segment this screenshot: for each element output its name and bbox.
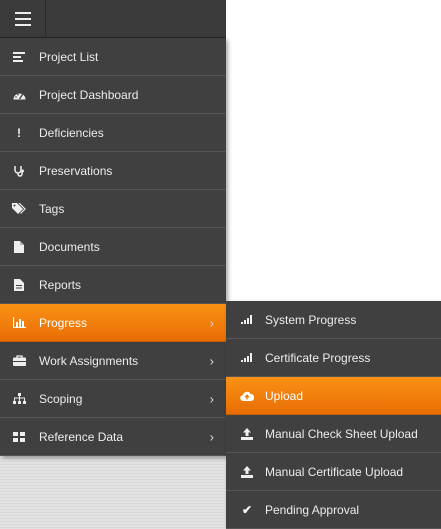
main-menu: Project List Project Dashboard ! Deficie…: [0, 38, 226, 456]
tags-icon: [10, 202, 28, 216]
list-icon: [10, 50, 28, 64]
menu-item-label: Scoping: [39, 391, 83, 406]
document-icon: [10, 240, 28, 254]
cloud-upload-icon: [238, 389, 256, 403]
check-icon: ✔: [241, 502, 253, 517]
menu-item-label: Preservations: [39, 163, 113, 178]
report-icon: [10, 278, 28, 292]
menu-item-reports[interactable]: Reports: [0, 266, 226, 304]
menu-item-label: Deficiencies: [39, 125, 104, 140]
content-area: [226, 0, 441, 301]
submenu-item-label: Upload: [265, 388, 304, 403]
top-bar: [0, 0, 226, 38]
menu-item-tags[interactable]: Tags: [0, 190, 226, 228]
submenu-item-label: Pending Approval: [265, 502, 360, 517]
menu-item-progress[interactable]: Progress ›: [0, 304, 226, 342]
menu-item-label: Tags: [39, 201, 65, 216]
hamburger-icon: [14, 11, 31, 26]
menu-item-label: Reports: [39, 277, 82, 292]
progress-submenu: System Progress Certificate Progress Upl…: [226, 301, 441, 529]
submenu-item-pending-approval[interactable]: ✔ Pending Approval: [226, 491, 441, 529]
submenu-item-label: Manual Check Sheet Upload: [265, 426, 418, 441]
chevron-right-icon: ›: [209, 353, 214, 368]
chevron-right-icon: ›: [209, 315, 214, 330]
submenu-item-certificate-progress[interactable]: Certificate Progress: [226, 339, 441, 377]
submenu-item-upload[interactable]: Upload: [226, 377, 441, 415]
menu-item-label: Project List: [39, 49, 99, 64]
upload-icon: [238, 427, 256, 441]
submenu-item-label: Manual Certificate Upload: [265, 464, 404, 479]
menu-item-reference-data[interactable]: Reference Data ›: [0, 418, 226, 456]
grid-icon: [10, 430, 28, 444]
bar-chart-icon: [10, 316, 28, 330]
submenu-item-manual-check-sheet-upload[interactable]: Manual Check Sheet Upload: [226, 415, 441, 453]
submenu-item-label: System Progress: [265, 312, 357, 327]
menu-item-label: Reference Data: [39, 429, 124, 444]
submenu-item-manual-certificate-upload[interactable]: Manual Certificate Upload: [226, 453, 441, 491]
menu-item-label: Work Assignments: [39, 353, 139, 368]
signal-icon: [238, 351, 256, 365]
menu-item-preservations[interactable]: Preservations: [0, 152, 226, 190]
menu-item-documents[interactable]: Documents: [0, 228, 226, 266]
menu-item-project-list[interactable]: Project List: [0, 38, 226, 76]
chevron-right-icon: ›: [209, 429, 214, 444]
chevron-right-icon: ›: [209, 391, 214, 406]
signal-icon: [238, 313, 256, 327]
submenu-item-label: Certificate Progress: [265, 350, 371, 365]
menu-item-work-assignments[interactable]: Work Assignments ›: [0, 342, 226, 380]
menu-item-project-dashboard[interactable]: Project Dashboard: [0, 76, 226, 114]
menu-item-label: Progress: [39, 315, 88, 330]
menu-item-deficiencies[interactable]: ! Deficiencies: [0, 114, 226, 152]
menu-item-scoping[interactable]: Scoping ›: [0, 380, 226, 418]
stethoscope-icon: [10, 164, 28, 178]
menu-item-label: Documents: [39, 239, 100, 254]
menu-item-label: Project Dashboard: [39, 87, 139, 102]
submenu-item-system-progress[interactable]: System Progress: [226, 301, 441, 339]
exclamation-icon: !: [17, 125, 21, 140]
dashboard-icon: [10, 88, 28, 102]
briefcase-icon: [10, 354, 28, 368]
hamburger-menu-button[interactable]: [0, 0, 46, 37]
sitemap-icon: [10, 392, 28, 406]
upload-icon: [238, 465, 256, 479]
